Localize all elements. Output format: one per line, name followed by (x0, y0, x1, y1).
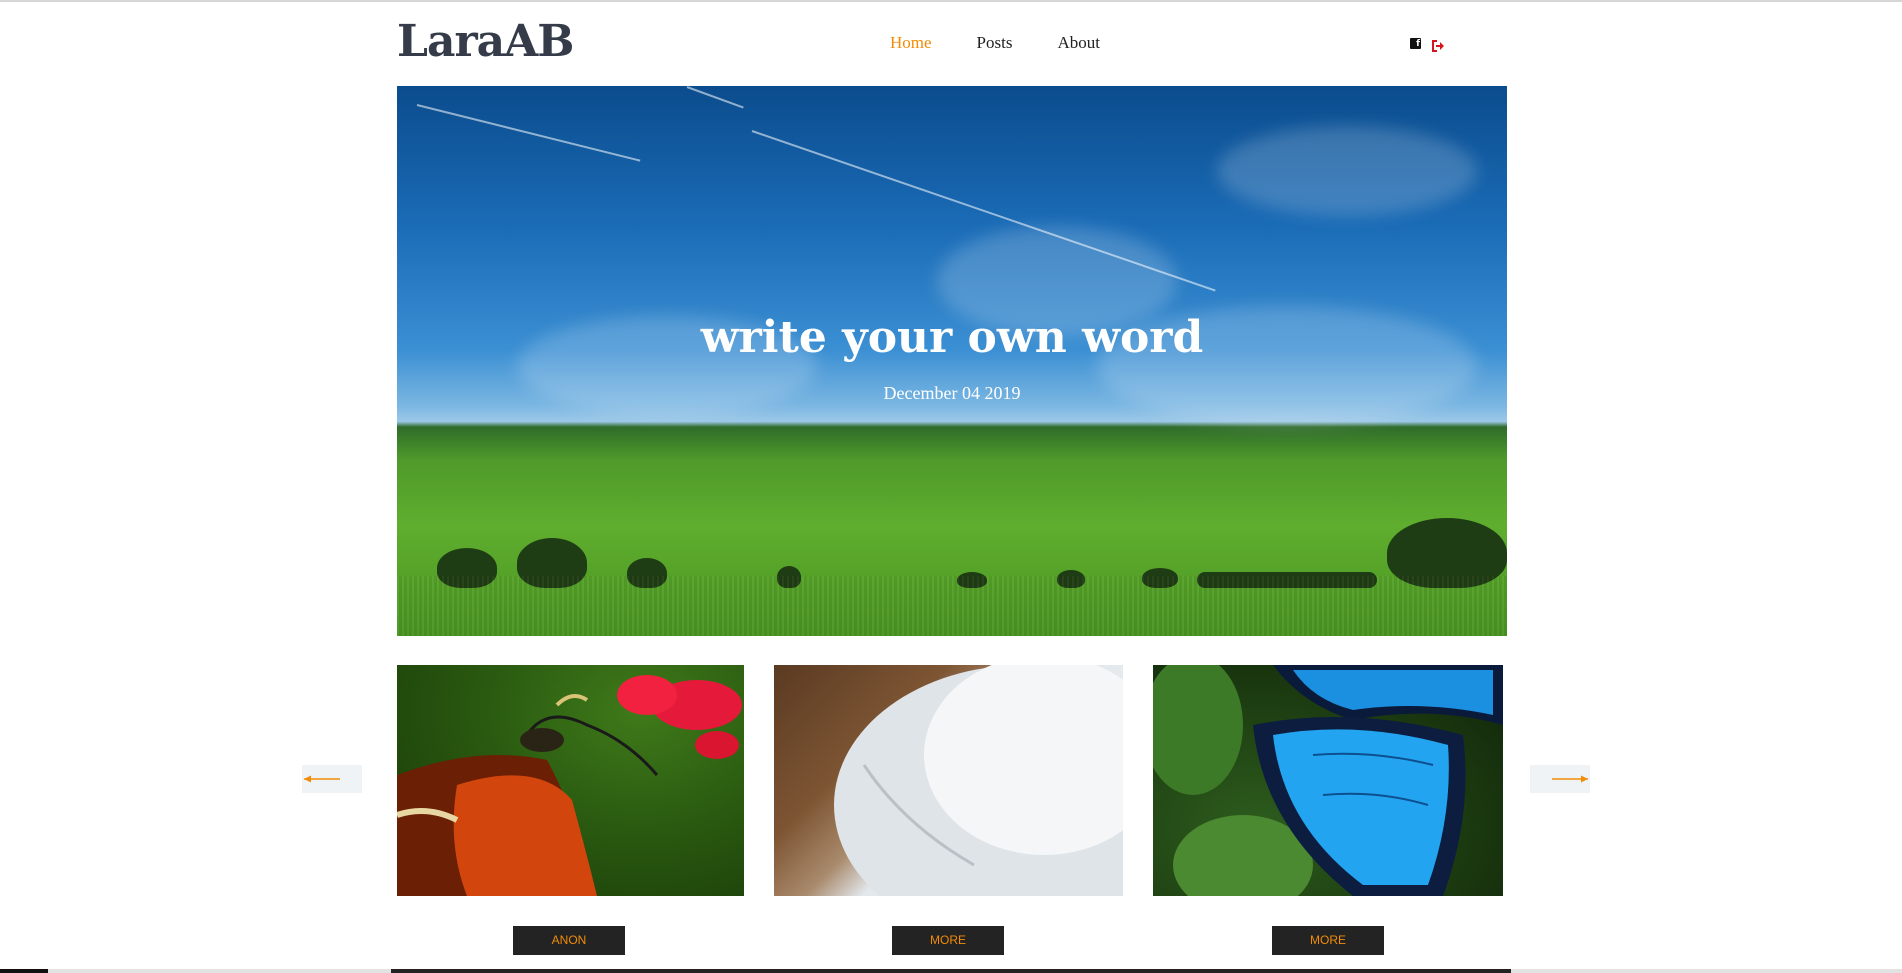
arrow-right-icon (1552, 775, 1588, 783)
hero-title: write your own word (700, 312, 1204, 363)
card-image-butterfly-flower[interactable] (397, 665, 744, 896)
nav-posts[interactable]: Posts (977, 33, 1013, 53)
top-divider (0, 0, 1902, 2)
cloud (1217, 126, 1477, 216)
main-nav: Home Posts About (890, 33, 1145, 53)
contrail (686, 86, 744, 109)
nav-home[interactable]: Home (890, 33, 932, 53)
facebook-icon[interactable]: f (1410, 37, 1421, 49)
carousel-next-button[interactable] (1530, 765, 1590, 793)
nav-about[interactable]: About (1057, 33, 1100, 53)
site-logo[interactable]: LaraAB (397, 16, 574, 67)
card-button-anon[interactable]: ANON (513, 926, 625, 955)
hero-banner[interactable]: write your own word December 04 2019 (397, 86, 1507, 636)
card-button-more[interactable]: MORE (1272, 926, 1384, 955)
hero-date: December 04 2019 (883, 383, 1021, 403)
arrow-left-icon (304, 775, 340, 783)
logout-icon[interactable] (1431, 37, 1445, 52)
card-button-more[interactable]: MORE (892, 926, 1004, 955)
contrail (416, 104, 641, 162)
grass-field (397, 576, 1507, 636)
social-links: f (1410, 37, 1445, 52)
carousel-prev-button[interactable] (302, 765, 362, 793)
card-image-blue-butterfly[interactable] (1153, 665, 1503, 896)
horizontal-scrollbar[interactable] (0, 969, 1902, 973)
card-image-white-cup[interactable] (774, 665, 1123, 896)
